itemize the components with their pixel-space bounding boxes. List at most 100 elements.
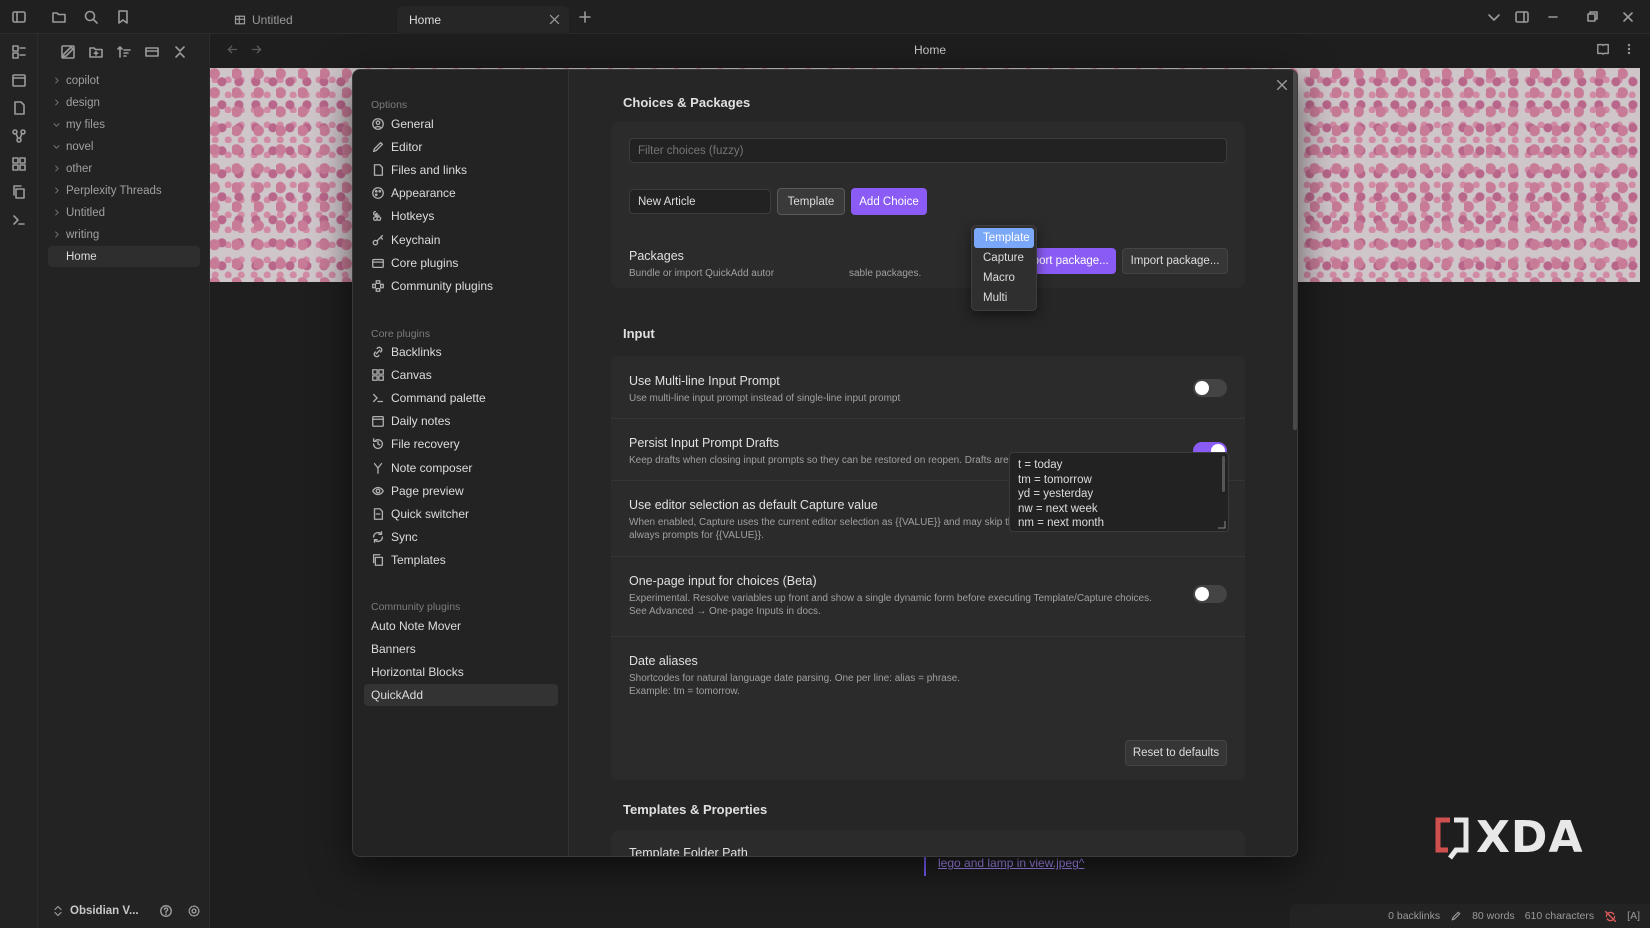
hotkeys-icon (373, 211, 382, 222)
nav-item-templates[interactable]: Templates (364, 549, 558, 571)
nav-item-files-and-links[interactable]: Files and links (364, 159, 558, 181)
folder-copilot[interactable]: copilot (48, 70, 200, 91)
tab-home[interactable]: Home (397, 6, 569, 34)
nav-item-command-palette[interactable]: Command palette (364, 387, 558, 409)
choice-name-input[interactable]: New Article (629, 189, 771, 214)
tab-untitled[interactable]: Untitled (222, 6, 392, 34)
reset-defaults-button[interactable]: Reset to defaults (1125, 740, 1227, 766)
setting-toggle-4[interactable] (1193, 585, 1227, 603)
right-sidebar-toggle-icon[interactable] (1514, 9, 1530, 25)
backlink-count[interactable]: 0 backlinks (1388, 910, 1440, 922)
filter-choices-input[interactable] (629, 138, 1227, 163)
file-explorer: copilot design my files novel other Perplexit… (38, 34, 210, 928)
nav-item-editor[interactable]: Editor (364, 136, 558, 158)
close-icon[interactable] (548, 13, 561, 26)
nav-item-label: Sync (391, 529, 418, 544)
gear-icon[interactable] (187, 904, 201, 918)
nav-item-note-composer[interactable]: Note composer (364, 457, 558, 479)
sidebar-toggle-icon[interactable] (11, 9, 27, 25)
graph-icon[interactable] (11, 128, 27, 144)
nav-item-label: Appearance (391, 186, 456, 201)
bookmark-icon[interactable] (115, 9, 131, 25)
minimize-icon[interactable] (1545, 9, 1561, 25)
mode-indicator[interactable]: [A] (1627, 910, 1640, 922)
nav-item-core-plugins[interactable]: Core plugins (364, 252, 558, 274)
nav-item-general[interactable]: General (364, 113, 558, 135)
add-choice-button[interactable]: Add Choice (851, 188, 927, 215)
file-recovery-icon (372, 438, 384, 450)
choices-card: New Article Template Add Choice Packages… (611, 122, 1245, 288)
search-icon[interactable] (83, 9, 99, 25)
nav-item-auto-note-mover[interactable]: Auto Note Mover (364, 615, 558, 637)
help-icon[interactable] (159, 904, 173, 918)
nav-item-quickadd[interactable]: QuickAdd (364, 684, 558, 707)
input-card: Use Multi-line Input Prompt Use multi-lin… (611, 356, 1245, 780)
templates-card: Template Folder Path (611, 830, 1245, 856)
nav-item-horizontal-blocks[interactable]: Horizontal Blocks (364, 661, 558, 683)
folder-my-files[interactable]: my files (48, 114, 200, 135)
view-header: Home (210, 34, 1650, 66)
dropdown-option-capture[interactable]: Capture (974, 248, 1034, 268)
pencil-icon[interactable] (1450, 910, 1462, 922)
sort-icon[interactable] (116, 44, 132, 60)
more-options-icon[interactable] (1622, 42, 1636, 56)
nav-item-banners[interactable]: Banners (364, 638, 558, 660)
folder-other[interactable]: other (48, 158, 200, 179)
setting-toggle-1[interactable] (1193, 379, 1227, 397)
nav-item-hotkeys[interactable]: Hotkeys (364, 205, 558, 227)
collapse-icon[interactable] (144, 44, 160, 60)
textarea-scrollbar[interactable] (1222, 456, 1225, 492)
window-close-icon[interactable] (1620, 9, 1636, 25)
packages-name: Packages (629, 249, 684, 263)
nav-item-file-recovery[interactable]: File recovery (364, 433, 558, 455)
folder-writing[interactable]: writing (48, 224, 200, 245)
dropdown-option-macro[interactable]: Macro (974, 268, 1034, 288)
folder-label: design (66, 96, 100, 109)
folder-untitled[interactable]: Untitled (48, 202, 200, 223)
dropdown-option-multi[interactable]: Multi (974, 288, 1034, 308)
templates-icon (372, 553, 384, 566)
xda-watermark: XDA (1434, 812, 1584, 863)
choice-type-select[interactable]: Template (777, 188, 845, 215)
dropdown-option-template[interactable]: Template (974, 228, 1034, 248)
close-all-icon[interactable] (172, 44, 188, 60)
nav-item-keychain[interactable]: Keychain (364, 229, 558, 251)
nav-item-canvas[interactable]: Canvas (364, 364, 558, 386)
embed-link[interactable]: lego and lamp in view.jpeg^ (938, 856, 1084, 870)
import-package-button[interactable]: Import package... (1122, 248, 1228, 274)
reading-view-icon[interactable] (1596, 42, 1610, 56)
file-home[interactable]: Home (48, 246, 200, 267)
nav-item-daily-notes[interactable]: Daily notes (364, 410, 558, 432)
nav-item-backlinks[interactable]: Backlinks (364, 341, 558, 363)
nav-item-quick-switcher[interactable]: Quick switcher (364, 503, 558, 525)
modal-close-icon[interactable] (1275, 78, 1289, 92)
scrollbar[interactable] (1293, 70, 1297, 430)
nav-item-page-preview[interactable]: Page preview (364, 480, 558, 502)
folder-design[interactable]: design (48, 92, 200, 113)
terminal-icon[interactable] (11, 212, 27, 228)
sync-error-icon[interactable] (1604, 910, 1617, 923)
nav-item-appearance[interactable]: Appearance (364, 182, 558, 204)
folder-icon[interactable] (51, 9, 67, 25)
new-note-icon[interactable] (60, 44, 76, 60)
folder-novel[interactable]: novel (48, 136, 200, 157)
document-icon[interactable] (11, 100, 27, 116)
new-folder-icon[interactable] (88, 44, 104, 60)
calendar-icon[interactable] (11, 72, 27, 88)
chevron-down-icon[interactable] (1486, 9, 1502, 25)
restore-icon[interactable] (1584, 9, 1600, 25)
file-explorer-icon[interactable] (11, 44, 27, 60)
new-tab-icon[interactable] (577, 9, 593, 25)
nav-item-community-plugins[interactable]: Community plugins (364, 275, 558, 297)
section-title-templates: Templates & Properties (623, 802, 768, 817)
date-aliases-textarea[interactable]: t = today tm = tomorrow yd = yesterday nw =… (1009, 452, 1229, 532)
canvas-icon[interactable] (11, 156, 27, 172)
chevron-right-icon (55, 165, 59, 172)
resize-handle-icon[interactable] (1217, 520, 1226, 529)
copy-icon[interactable] (11, 184, 27, 200)
nav-item-sync[interactable]: Sync (364, 526, 558, 548)
vault-switcher[interactable]: Obsidian V... (52, 904, 201, 918)
folder-perplexity-threads[interactable]: Perplexity Threads (48, 180, 200, 201)
view-title: Home (913, 43, 946, 57)
nav-item-label: Core plugins (391, 255, 459, 270)
